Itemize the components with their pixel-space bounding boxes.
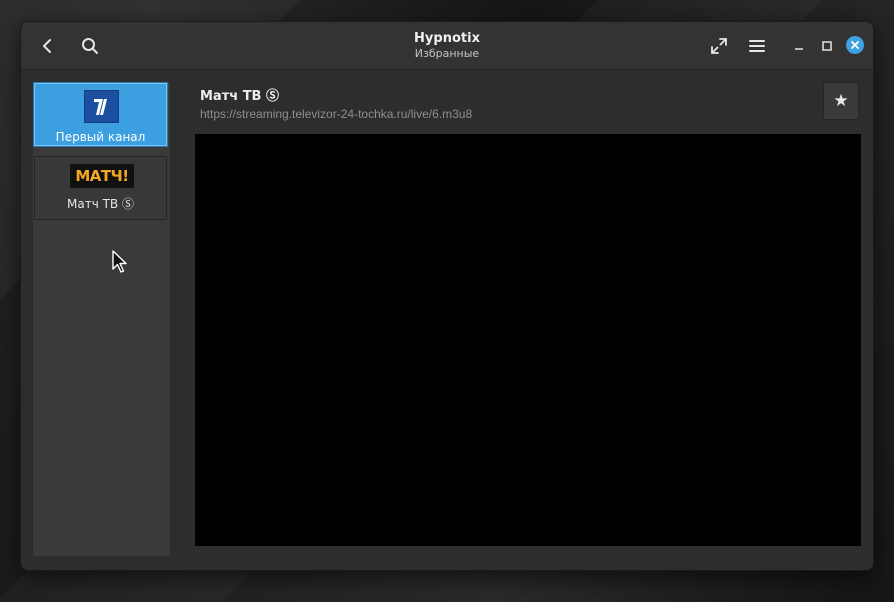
close-button[interactable] [846,36,864,54]
match-tv-logo: МАТЧ! [70,164,134,188]
channel-label: Первый канал [55,130,146,144]
channel-label: Матч ТВ Ⓢ [67,197,134,211]
close-icon [851,41,859,49]
header-bar: Hypnotix Избранные [21,22,873,70]
maximize-button[interactable] [813,32,841,60]
maximize-icon [822,41,832,51]
video-player[interactable] [195,134,861,546]
current-channel-title: Матч ТВ Ⓢ [200,89,279,104]
perviy-kanal-logo [84,90,119,123]
expand-icon [711,38,727,54]
minimize-icon [795,48,803,50]
channel-item-match-tv[interactable]: МАТЧ! Матч ТВ Ⓢ [34,156,167,220]
hamburger-menu-icon [749,40,765,52]
minimize-button[interactable] [785,32,813,60]
mouse-pointer-icon [112,250,127,273]
favorite-button[interactable]: ★ [823,82,859,120]
app-window: Hypnotix Избранные Первый канал МАТЧ! Ма… [20,21,874,571]
fullscreen-button[interactable] [705,32,733,60]
channel-item-perviy-kanal[interactable]: Первый канал [34,83,167,146]
star-icon: ★ [833,91,849,111]
main-menu-button[interactable] [743,32,771,60]
stream-url: https://streaming.televizor-24-tochka.ru… [200,107,473,121]
channel-list: Первый канал МАТЧ! Матч ТВ Ⓢ [33,82,170,556]
